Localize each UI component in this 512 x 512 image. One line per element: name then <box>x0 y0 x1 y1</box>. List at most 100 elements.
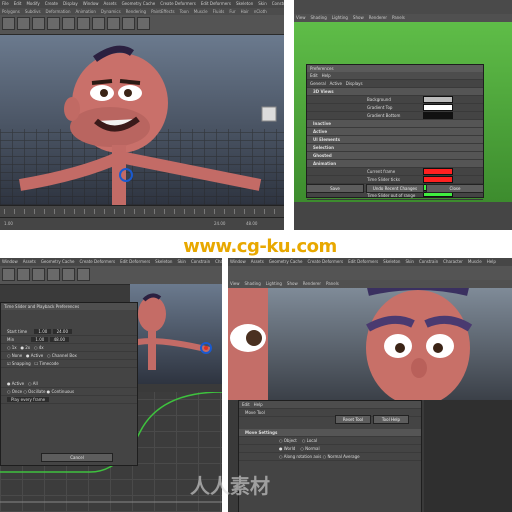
menu-item[interactable]: Character <box>443 259 463 264</box>
move-settings-section[interactable]: Move Settings <box>239 429 421 437</box>
snapping-checkbox[interactable]: Snapping <box>12 361 31 366</box>
menu-help[interactable]: Help <box>322 73 331 78</box>
menu-item[interactable]: Assets <box>251 259 264 264</box>
menu-item[interactable]: Assets <box>104 1 117 6</box>
tool-icon[interactable] <box>17 268 30 281</box>
cancel-button[interactable]: Cancel <box>41 453 113 462</box>
view-menu-item[interactable]: Panels <box>392 15 405 20</box>
menu-item[interactable]: Edit <box>14 1 22 6</box>
view-menu-item[interactable]: Shading <box>245 281 261 286</box>
tool-icon[interactable] <box>32 268 45 281</box>
menu-edit[interactable]: Edit <box>242 402 250 407</box>
menu-edit[interactable]: Edit <box>310 73 318 78</box>
menu-item[interactable]: Create <box>45 1 58 6</box>
key-ticks-option[interactable]: None <box>12 353 22 358</box>
section-active[interactable]: Active <box>307 128 483 136</box>
shelf-tab[interactable]: Fur <box>229 9 235 14</box>
end-time-input[interactable]: 24.00 <box>52 329 73 334</box>
key-ticks-option[interactable]: Active <box>31 353 43 358</box>
axis-option[interactable]: World <box>284 446 295 451</box>
color-swatch[interactable] <box>423 112 453 119</box>
shelf-tab[interactable]: Hair <box>241 9 249 14</box>
menu-item[interactable]: Window <box>83 1 99 6</box>
shelf-tab[interactable]: Rendering <box>126 9 146 14</box>
start-time-input[interactable]: 1.00 <box>34 329 52 334</box>
axis-option[interactable]: Normal <box>305 446 319 451</box>
menu-item[interactable]: Constrain <box>272 1 284 6</box>
menu-item[interactable]: Edit Deformers <box>201 1 231 6</box>
section-inactive[interactable]: Inactive <box>307 120 483 128</box>
color-swatch[interactable] <box>423 168 453 175</box>
undo-changes-button[interactable]: Undo Recent Changes <box>366 184 424 193</box>
max-input[interactable]: 48.00 <box>49 337 70 342</box>
view-menu-item[interactable]: Lighting <box>266 281 282 286</box>
menu-item[interactable]: Skeleton <box>383 259 400 264</box>
tool-icon[interactable] <box>47 268 60 281</box>
min-input[interactable]: 1.00 <box>31 337 49 342</box>
menu-help[interactable]: Help <box>254 402 263 407</box>
tool-icon[interactable] <box>2 17 15 30</box>
menu-item[interactable]: Skeleton <box>236 1 253 6</box>
menu-item[interactable]: Geometry Cache <box>269 259 303 264</box>
menu-item[interactable]: File <box>2 1 9 6</box>
tab-displays[interactable]: Displays <box>346 81 363 86</box>
tool-help-button[interactable]: Tool Help <box>373 415 409 424</box>
section-selection[interactable]: Selection <box>307 144 483 152</box>
height-option[interactable]: 4x <box>39 345 44 350</box>
menu-item[interactable]: Geometry Cache <box>41 259 75 264</box>
section-animation[interactable]: Animation <box>307 160 483 168</box>
menu-item[interactable]: Window <box>230 259 246 264</box>
tool-icon[interactable] <box>77 17 90 30</box>
update-view-option[interactable]: Active <box>12 381 24 386</box>
key-ticks-option[interactable]: Channel Box <box>52 353 77 358</box>
shelf-tab[interactable]: nCloth <box>254 9 267 14</box>
section-ui-elements[interactable]: UI Elements <box>307 136 483 144</box>
menu-item[interactable]: Help <box>487 259 496 264</box>
tool-icon[interactable] <box>77 268 90 281</box>
color-swatch[interactable] <box>423 96 453 103</box>
axis-option[interactable]: Object <box>284 438 297 443</box>
menu-item[interactable]: Constrain <box>191 259 210 264</box>
menu-item[interactable]: Create Deformers <box>307 259 343 264</box>
menu-item[interactable]: Assets <box>23 259 36 264</box>
tool-icon[interactable] <box>62 17 75 30</box>
shelf-tab[interactable]: Deformation <box>46 9 71 14</box>
tool-icon[interactable] <box>2 268 15 281</box>
view-menu-item[interactable]: Shading <box>311 15 327 20</box>
menu-item[interactable]: Display <box>63 1 78 6</box>
close-button[interactable]: Close <box>426 184 484 193</box>
update-view-option[interactable]: All <box>33 381 38 386</box>
shelf-tab[interactable]: Toon <box>180 9 189 14</box>
axis-option[interactable]: Normal Average <box>327 454 359 459</box>
shelf-tab[interactable]: Polygons <box>2 9 20 14</box>
menu-item[interactable]: Geometry Cache <box>122 1 156 6</box>
range-slider[interactable]: 1.00 24.00 48.00 <box>0 217 284 230</box>
axis-option[interactable]: Local <box>307 438 317 443</box>
looping-option[interactable]: Continuous <box>51 389 74 394</box>
shelf-tab[interactable]: Fluids <box>213 9 225 14</box>
menu-item[interactable]: Character <box>215 259 222 264</box>
section-3d-views[interactable]: 3D Views <box>307 88 483 96</box>
view-menu-item[interactable]: Renderer <box>369 15 387 20</box>
height-option[interactable]: 2x <box>25 345 30 350</box>
tool-icon[interactable] <box>122 17 135 30</box>
menu-item[interactable]: Muscle <box>468 259 482 264</box>
shelf-tab[interactable]: Muscle <box>194 9 208 14</box>
menu-item[interactable]: Skin <box>258 1 267 6</box>
menu-item[interactable]: Edit Deformers <box>120 259 150 264</box>
shelf-tab[interactable]: PaintEffects <box>151 9 175 14</box>
viewport-3d[interactable] <box>0 35 284 205</box>
height-option[interactable]: 1x <box>12 345 17 350</box>
menu-item[interactable]: Window <box>2 259 18 264</box>
menu-item[interactable]: Constrain <box>419 259 438 264</box>
playback-speed-select[interactable]: Play every frame <box>7 397 50 402</box>
menu-item[interactable]: Modify <box>26 1 39 6</box>
view-menu-item[interactable]: Panels <box>326 281 339 286</box>
menu-item[interactable]: Create Deformers <box>79 259 115 264</box>
tab-general[interactable]: General <box>310 81 326 86</box>
shelf-tab[interactable]: Animation <box>76 9 96 14</box>
shelf-tab[interactable]: Dynamics <box>101 9 121 14</box>
timeline-area[interactable] <box>294 202 512 230</box>
axis-option[interactable]: Along rotation axis <box>284 454 322 459</box>
view-menu-item[interactable]: Show <box>353 15 364 20</box>
